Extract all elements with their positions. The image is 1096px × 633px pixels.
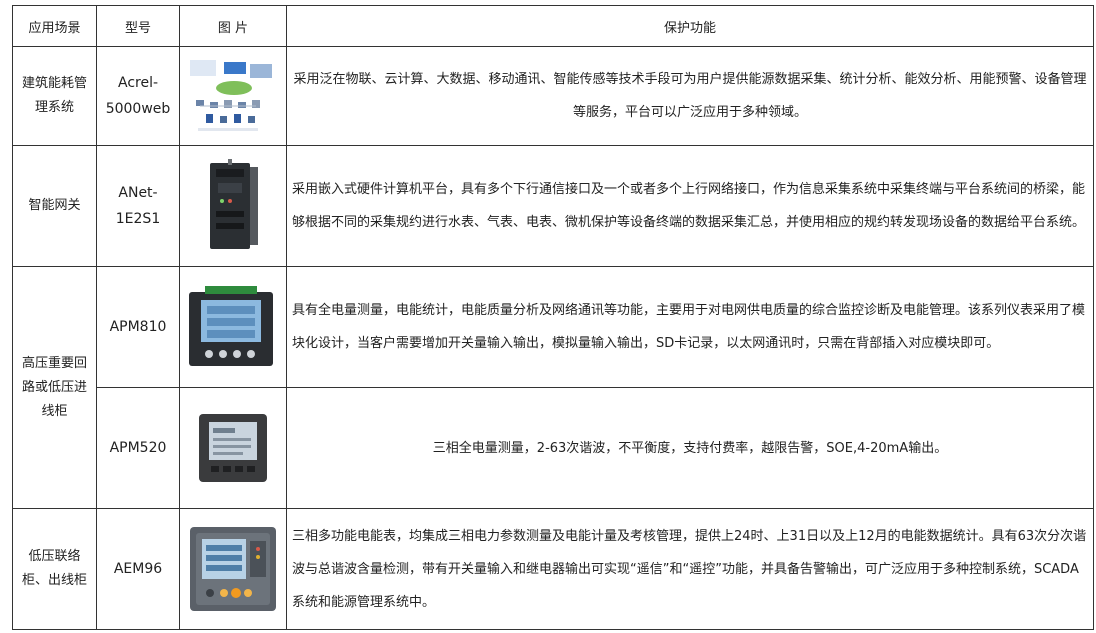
picture-cell bbox=[179, 145, 287, 267]
function-cell: 采用泛在物联、云计算、大数据、移动通讯、智能传感等技术手段可为用户提供能源数据采… bbox=[286, 46, 1094, 146]
meter-apm520-image bbox=[199, 414, 267, 482]
scene-cell: 高压重要回路或低压进线柜 bbox=[12, 266, 97, 509]
meter-apm810-image bbox=[189, 286, 273, 366]
model-cell: APM520 bbox=[96, 387, 180, 509]
picture-cell bbox=[179, 508, 287, 630]
table-row: 低压联络柜、出线柜 AEM96 三相多功能电能表，均集成三相电力参数测量及电能计… bbox=[12, 508, 1094, 630]
function-cell: 具有全电量测量，电能统计，电能质量分析及网络通讯等功能，主要用于对电网供电质量的… bbox=[286, 266, 1094, 388]
header-scene: 应用场景 bbox=[12, 5, 97, 47]
header-model: 型号 bbox=[96, 5, 180, 47]
scene-cell: 智能网关 bbox=[12, 145, 97, 267]
table-row: APM520 三相全电量测量，2-63次谐波，不平衡度，支持付费率，越限告警，S… bbox=[13, 387, 1094, 509]
model-cell: ANet-1E2S1 bbox=[96, 145, 180, 267]
picture-cell bbox=[179, 266, 287, 388]
function-cell: 采用嵌入式硬件计算机平台，具有多个下行通信接口及一个或者多个上行网络接口，作为信… bbox=[286, 145, 1094, 267]
product-table: 应用场景 型号 图 片 保护功能 建筑能耗管理系统 Acrel-5000web bbox=[12, 5, 1094, 630]
table-row: 智能网关 ANet-1E2S1 采用嵌入式硬件计算机平台，具有多个下行通信接口及… bbox=[12, 145, 1094, 267]
function-cell: 三相全电量测量，2-63次谐波，不平衡度，支持付费率，越限告警，SOE,4-20… bbox=[286, 387, 1094, 509]
table-row: 高压重要回路或低压进线柜 APM810 具有全电量测量，电能统计，电能质量分析及… bbox=[12, 266, 1094, 509]
gateway-device-image bbox=[210, 158, 258, 249]
model-cell: AEM96 bbox=[96, 508, 180, 630]
scene-cell: 建筑能耗管理系统 bbox=[12, 46, 97, 146]
table-row: 建筑能耗管理系统 Acrel-5000web 采用泛在物联、云计算、大数据、移动… bbox=[12, 46, 1094, 146]
header-picture: 图 片 bbox=[179, 5, 287, 47]
picture-cell bbox=[179, 46, 287, 146]
system-diagram-image bbox=[190, 60, 272, 131]
picture-cell bbox=[179, 387, 287, 509]
header-function: 保护功能 bbox=[286, 5, 1094, 47]
model-cell: Acrel-5000web bbox=[96, 46, 180, 146]
scene-cell: 低压联络柜、出线柜 bbox=[12, 508, 97, 630]
function-cell: 三相多功能电能表，均集成三相电力参数测量及电能计量及考核管理，提供上24时、上3… bbox=[286, 508, 1094, 630]
model-cell: APM810 bbox=[96, 266, 180, 388]
table-header-row: 应用场景 型号 图 片 保护功能 bbox=[12, 5, 1094, 47]
meter-aem96-image bbox=[190, 527, 276, 611]
